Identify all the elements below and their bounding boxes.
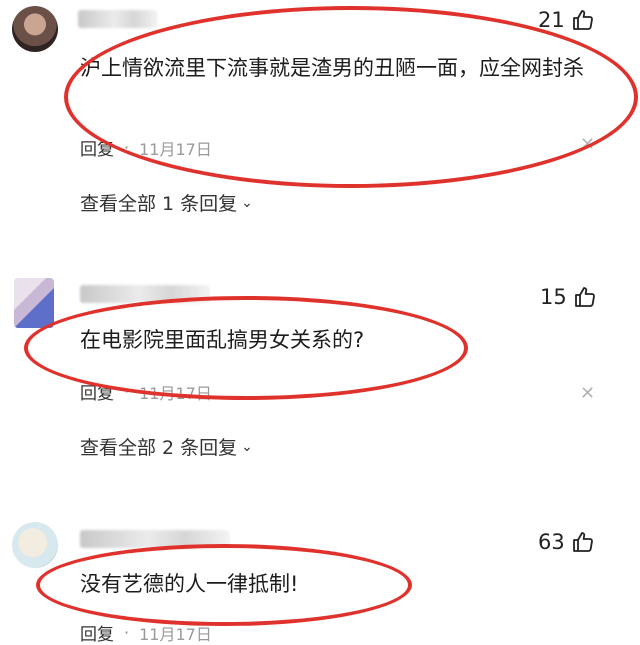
like-button[interactable]: 15: [540, 285, 597, 309]
avatar[interactable]: [12, 522, 58, 568]
comment-date: 11月17日: [139, 383, 212, 403]
separator-dot: ·: [124, 382, 130, 401]
like-count: 15: [540, 285, 567, 309]
view-all-replies[interactable]: 查看全部 2 条回复 ⌄: [80, 433, 253, 460]
comment-text: 没有艺德的人一律抵制!: [80, 572, 299, 596]
comment-date: 11月17日: [139, 139, 212, 159]
view-all-label: 查看全部 1 条回复: [80, 193, 238, 215]
like-button[interactable]: 63: [538, 530, 595, 554]
like-count: 63: [538, 530, 565, 554]
comment-date: 11月17日: [139, 624, 212, 644]
like-button[interactable]: 21: [538, 8, 595, 32]
username-blurred[interactable]: [80, 285, 210, 303]
separator-dot: ·: [124, 138, 130, 157]
thumbs-up-icon: [572, 10, 593, 30]
comment-meta: 回复 · 11月17日: [80, 379, 212, 404]
comment-text: 在电影院里面乱搞男女关系的?: [80, 328, 365, 352]
avatar[interactable]: [12, 6, 58, 52]
view-all-replies[interactable]: 查看全部 1 条回复 ⌄: [80, 189, 253, 216]
username-blurred[interactable]: [78, 10, 158, 28]
comment-text: 沪上情欲流里下流事就是渣男的丑陋一面，应全网封杀: [80, 56, 584, 80]
reply-button[interactable]: 回复: [80, 135, 114, 160]
close-icon[interactable]: ✕: [580, 134, 595, 155]
thumbs-up-icon: [574, 287, 595, 307]
thumbs-up-icon: [572, 532, 593, 552]
highlight-oval: [64, 6, 638, 188]
chevron-down-icon: ⌄: [241, 194, 253, 211]
comment-meta: 回复 · 11月17日: [80, 620, 212, 645]
comment-meta: 回复 · 11月17日: [80, 135, 212, 160]
reply-button[interactable]: 回复: [80, 379, 114, 404]
reply-button[interactable]: 回复: [80, 620, 114, 645]
view-all-label: 查看全部 2 条回复: [80, 437, 238, 459]
like-count: 21: [538, 8, 565, 32]
close-icon[interactable]: ✕: [580, 383, 595, 404]
separator-dot: ·: [124, 623, 130, 642]
username-blurred[interactable]: [80, 530, 230, 548]
chevron-down-icon: ⌄: [241, 438, 253, 455]
avatar[interactable]: [14, 278, 54, 328]
